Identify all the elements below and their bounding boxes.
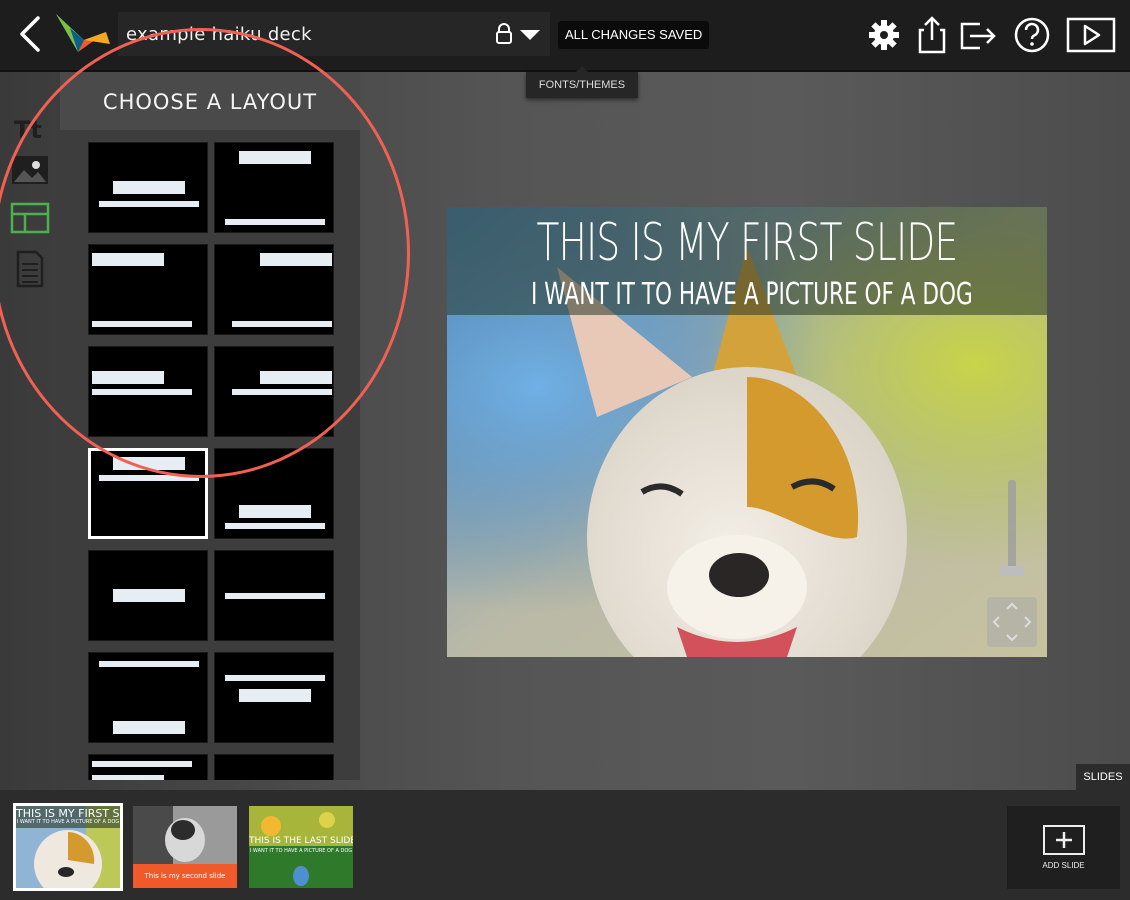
layout-option[interactable] <box>214 346 334 437</box>
gear-icon[interactable] <box>864 14 904 56</box>
slide-thumbnail-image <box>249 806 353 888</box>
layout-option[interactable] <box>88 754 208 780</box>
add-slide-label: ADD SLIDE <box>1042 861 1085 870</box>
slide-thumbnail-2[interactable]: This is my second slide <box>133 806 237 888</box>
lock-icon[interactable] <box>494 22 514 46</box>
layout-option-selected[interactable] <box>88 448 208 539</box>
slide-thumbnail-subtitle: I WANT IT TO HAVE A PICTURE OF A DOG <box>249 848 353 854</box>
slide-title[interactable]: THIS IS MY FIRST SLIDE <box>531 213 963 273</box>
layout-option[interactable] <box>214 754 334 780</box>
layout-icon[interactable] <box>10 198 50 238</box>
back-icon[interactable] <box>14 12 46 56</box>
layout-option[interactable] <box>214 142 334 233</box>
logo <box>56 14 110 52</box>
add-icon <box>1043 825 1085 855</box>
layout-option[interactable] <box>214 448 334 539</box>
layout-option[interactable] <box>88 244 208 335</box>
slide-thumbnail-title: This is my second slide <box>144 872 226 880</box>
slide-thumbnail-title: THIS IS THE LAST SLIDE <box>249 836 353 846</box>
layout-panel: CHOOSE A LAYOUT <box>60 72 360 780</box>
svg-text:Tt: Tt <box>14 116 42 144</box>
slides-tab[interactable]: SLIDES <box>1076 764 1130 790</box>
slide-thumbnail-1[interactable]: THIS IS MY FIRST SLIDE I WANT IT TO HAVE… <box>13 803 123 891</box>
layout-option[interactable] <box>88 652 208 743</box>
layout-option[interactable] <box>88 550 208 641</box>
tool-rail: Tt <box>0 72 60 788</box>
top-toolbar: example haiku deck ALL CHANGES SAVED <box>0 0 1130 72</box>
save-status-badge: ALL CHANGES SAVED <box>558 21 710 49</box>
slide-thumbnail-subtitle: I WANT IT TO HAVE A PICTURE OF A DOG <box>16 819 120 825</box>
image-icon[interactable] <box>10 150 50 190</box>
fonts-themes-tooltip: FONTS/THEMES <box>526 66 638 98</box>
layout-option[interactable] <box>214 652 334 743</box>
layout-panel-header: CHOOSE A LAYOUT <box>60 72 360 130</box>
layout-option[interactable] <box>88 346 208 437</box>
slide-canvas[interactable]: THIS IS MY FIRST SLIDE I WANT IT TO HAVE… <box>447 207 1047 657</box>
caret-down-icon[interactable] <box>520 30 540 40</box>
layout-option[interactable] <box>88 142 208 233</box>
help-icon[interactable] <box>1012 14 1052 56</box>
slide-thumbnail-3[interactable]: THIS IS THE LAST SLIDE I WANT IT TO HAVE… <box>249 806 353 888</box>
text-icon[interactable]: Tt <box>10 108 50 148</box>
slide-caption-band: THIS IS MY FIRST SLIDE I WANT IT TO HAVE… <box>447 207 1047 315</box>
play-icon[interactable] <box>1066 14 1116 56</box>
add-slide-button[interactable]: ADD SLIDE <box>1007 806 1120 889</box>
zoom-slider-track[interactable] <box>1008 480 1016 572</box>
zoom-slider-handle[interactable] <box>1000 566 1024 576</box>
deck-title-box[interactable]: example haiku deck <box>118 12 550 56</box>
slide-subtitle[interactable]: I WANT IT TO HAVE A PICTURE OF A DOG <box>531 277 973 312</box>
share-icon[interactable] <box>912 14 952 56</box>
deck-title[interactable]: example haiku deck <box>126 24 312 45</box>
layout-option[interactable] <box>214 244 334 335</box>
layout-option[interactable] <box>214 550 334 641</box>
layout-panel-title: CHOOSE A LAYOUT <box>102 90 318 114</box>
app-window: example haiku deck ALL CHANGES SAVED FON… <box>0 0 1130 900</box>
notes-icon[interactable] <box>10 248 50 288</box>
pan-arrows-icon[interactable] <box>987 597 1037 647</box>
exit-icon[interactable] <box>958 14 998 56</box>
